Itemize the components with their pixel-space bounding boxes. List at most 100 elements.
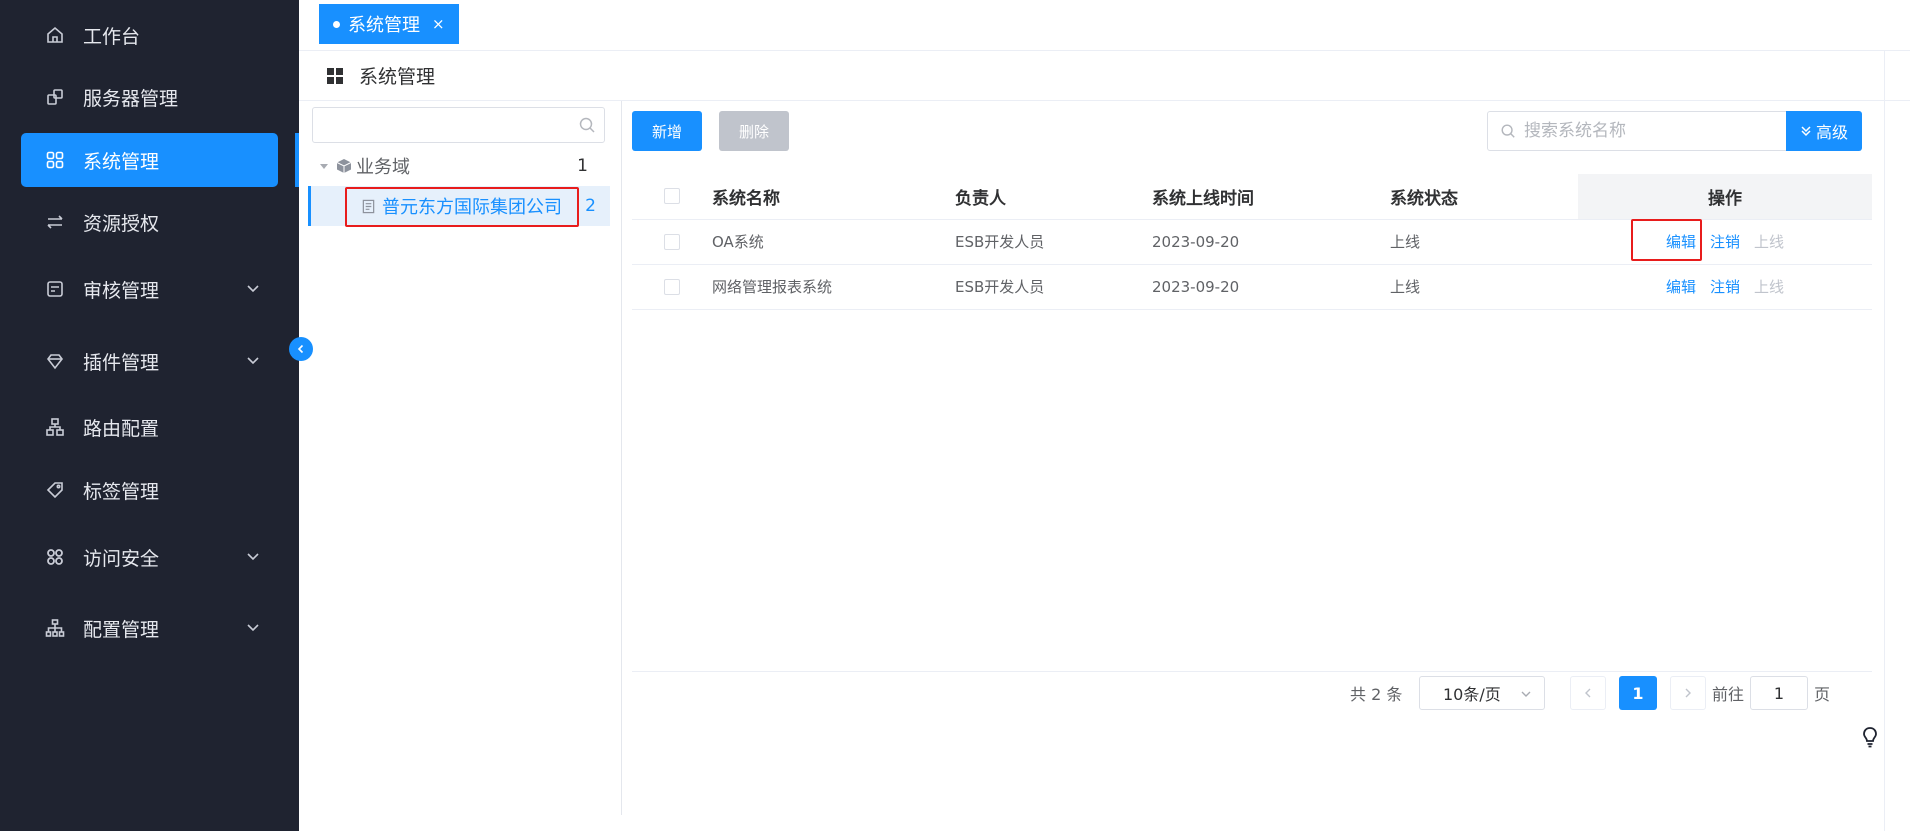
tree-node-count: 2 bbox=[585, 196, 596, 216]
deregister-link[interactable]: 注销 bbox=[1710, 233, 1740, 251]
table-row: 网络管理报表系统 ESB开发人员 2023-09-20 上线 编辑 注销 上线 bbox=[632, 264, 1872, 310]
caret-down-icon bbox=[320, 164, 328, 169]
page-size-select[interactable]: 10条/页 bbox=[1419, 676, 1545, 710]
row-checkbox[interactable] bbox=[664, 279, 680, 295]
collapse-sidebar-button[interactable] bbox=[289, 337, 313, 361]
advanced-label: 高级 bbox=[1815, 123, 1848, 142]
cell-status: 上线 bbox=[1390, 219, 1578, 265]
tab-label: 系统管理 bbox=[348, 15, 420, 36]
sidebar-item-plugin[interactable]: 插件管理 bbox=[21, 334, 278, 388]
prev-page-button[interactable] bbox=[1570, 676, 1606, 710]
table-row: OA系统 ESB开发人员 2023-09-20 上线 编辑 注销 上线 bbox=[632, 219, 1872, 265]
sidebar-item-server[interactable]: 服务器管理 bbox=[21, 70, 278, 124]
chevron-down-icon bbox=[247, 553, 259, 561]
table-bottom-border bbox=[632, 671, 1872, 672]
row-checkbox[interactable] bbox=[664, 234, 680, 250]
page-size-value: 10条/页 bbox=[1443, 685, 1501, 704]
page-header: 系统管理 bbox=[299, 51, 1910, 101]
go-online-link[interactable]: 上线 bbox=[1754, 278, 1784, 296]
sidebar-item-audit[interactable]: 审核管理 bbox=[21, 262, 278, 316]
server-icon bbox=[45, 87, 65, 107]
cell-status: 上线 bbox=[1390, 264, 1578, 310]
sidebar: 工作台 服务器管理 系统管理 资源授权 审核管理 插件管理 路由配置 标签管理 … bbox=[0, 0, 299, 831]
cell-system-name: 网络管理报表系统 bbox=[712, 264, 955, 310]
tab-active-dot bbox=[333, 20, 340, 28]
transfer-icon bbox=[45, 212, 65, 232]
col-owner: 负责人 bbox=[955, 174, 1152, 220]
system-table: 系统名称 负责人 系统上线时间 系统状态 操作 OA系统 ESB开发人员 202… bbox=[632, 174, 1872, 310]
document-icon bbox=[362, 199, 375, 213]
goto-prefix: 前往 bbox=[1712, 685, 1745, 704]
sidebar-item-label: 系统管理 bbox=[83, 150, 160, 173]
cell-online-date: 2023-09-20 bbox=[1152, 264, 1390, 310]
tree-node-count: 1 bbox=[577, 156, 588, 176]
pagination-total: 共 2 条 bbox=[1350, 685, 1403, 704]
edit-link[interactable]: 编辑 bbox=[1666, 278, 1696, 296]
tag-icon bbox=[45, 480, 65, 500]
edit-link[interactable]: 编辑 bbox=[1666, 233, 1696, 251]
sidebar-item-label: 插件管理 bbox=[83, 351, 160, 374]
search-icon bbox=[1501, 124, 1515, 138]
goto-page-input[interactable] bbox=[1750, 676, 1808, 710]
sidebar-item-config[interactable]: 配置管理 bbox=[21, 601, 278, 655]
tab-system-management[interactable]: 系统管理 × bbox=[319, 4, 459, 44]
sidebar-item-resource-auth[interactable]: 资源授权 bbox=[21, 195, 278, 249]
chevron-right-icon bbox=[1685, 688, 1691, 698]
tree-search-box[interactable] bbox=[312, 107, 605, 143]
sidebar-item-label: 工作台 bbox=[83, 25, 141, 48]
select-all-checkbox[interactable] bbox=[664, 188, 680, 205]
cell-owner: ESB开发人员 bbox=[955, 219, 1152, 265]
double-chevron-down-icon bbox=[1801, 126, 1811, 137]
tree-node-label: 普元东方国际集团公司 bbox=[382, 197, 562, 218]
lightbulb-icon[interactable] bbox=[1860, 726, 1880, 748]
chevron-left-icon bbox=[297, 344, 304, 354]
page-title: 系统管理 bbox=[359, 66, 436, 88]
table-header-row: 系统名称 负责人 系统上线时间 系统状态 操作 bbox=[632, 174, 1872, 220]
tree-node-company[interactable]: 普元东方国际集团公司 2 bbox=[308, 186, 610, 226]
sidebar-item-label: 标签管理 bbox=[83, 480, 160, 503]
tree-node-label: 业务域 bbox=[356, 157, 410, 178]
advanced-search-button[interactable]: 高级 bbox=[1786, 111, 1862, 151]
sidebar-item-tag[interactable]: 标签管理 bbox=[21, 463, 278, 517]
apps-icon bbox=[45, 547, 65, 567]
tree-node-business-domain[interactable]: 业务域 1 bbox=[312, 146, 610, 186]
cell-actions: 编辑 注销 上线 bbox=[1578, 264, 1872, 310]
system-search-input[interactable] bbox=[1524, 121, 1764, 141]
page-number-button[interactable]: 1 bbox=[1619, 676, 1657, 710]
sidebar-item-label: 路由配置 bbox=[83, 417, 160, 440]
sidebar-item-route[interactable]: 路由配置 bbox=[21, 400, 278, 454]
go-online-link[interactable]: 上线 bbox=[1754, 233, 1784, 251]
col-system-name: 系统名称 bbox=[712, 174, 955, 220]
diamond-icon bbox=[45, 351, 65, 371]
sidebar-item-system[interactable]: 系统管理 bbox=[21, 133, 278, 187]
content-right-border bbox=[1884, 51, 1885, 831]
chevron-left-icon bbox=[1585, 688, 1591, 698]
chevron-down-icon bbox=[247, 357, 259, 365]
header-checkbox-cell bbox=[632, 174, 712, 220]
close-icon[interactable]: × bbox=[432, 15, 445, 33]
grid-icon bbox=[45, 150, 65, 170]
cell-online-date: 2023-09-20 bbox=[1152, 219, 1390, 265]
grid-icon bbox=[327, 67, 343, 84]
row-checkbox-cell bbox=[632, 264, 712, 310]
cell-system-name: OA系统 bbox=[712, 219, 955, 265]
cell-owner: ESB开发人员 bbox=[955, 264, 1152, 310]
search-icon bbox=[579, 117, 595, 133]
next-page-button[interactable] bbox=[1670, 676, 1706, 710]
sidebar-item-label: 服务器管理 bbox=[83, 87, 179, 110]
delete-button[interactable]: 删除 bbox=[719, 111, 789, 151]
sidebar-item-workbench[interactable]: 工作台 bbox=[21, 8, 278, 62]
chevron-down-icon bbox=[247, 285, 259, 293]
col-status: 系统状态 bbox=[1390, 174, 1578, 220]
tree-panel: 业务域 1 普元东方国际集团公司 2 bbox=[299, 101, 622, 815]
sidebar-item-access-security[interactable]: 访问安全 bbox=[21, 530, 278, 584]
chevron-down-icon bbox=[247, 624, 259, 632]
add-button[interactable]: 新增 bbox=[632, 111, 702, 151]
sidebar-item-label: 审核管理 bbox=[83, 279, 160, 302]
col-online-date: 系统上线时间 bbox=[1152, 174, 1390, 220]
goto-suffix: 页 bbox=[1814, 685, 1831, 704]
cube-icon bbox=[336, 159, 352, 173]
col-actions: 操作 bbox=[1578, 174, 1872, 220]
deregister-link[interactable]: 注销 bbox=[1710, 278, 1740, 296]
system-search-box bbox=[1487, 111, 1788, 151]
